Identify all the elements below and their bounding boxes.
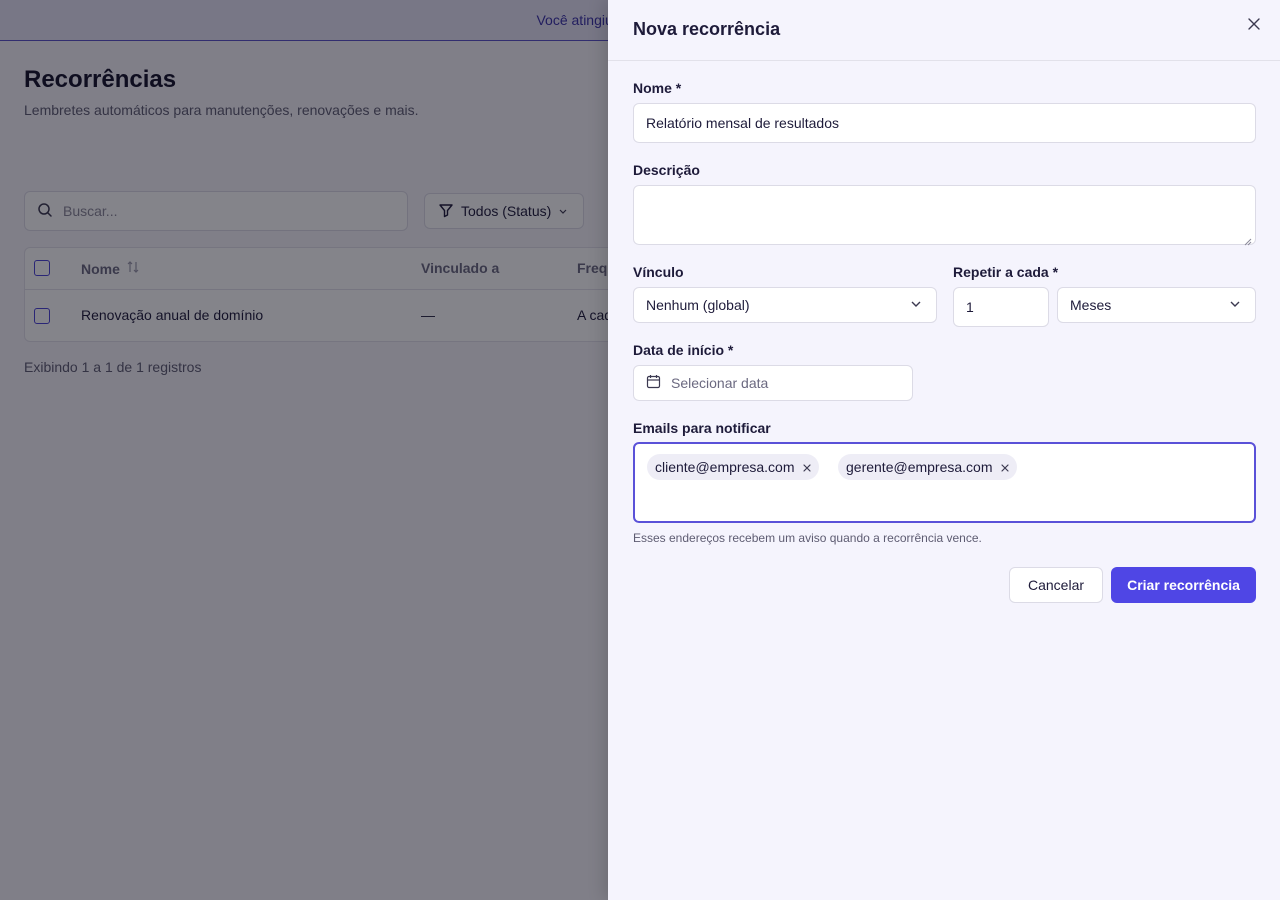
repeat-count-input[interactable]: 1 [953,287,1049,327]
name-input[interactable]: Relatório mensal de resultados [633,103,1256,143]
description-textarea[interactable] [633,185,1256,246]
start-date-placeholder: Selecionar data [671,375,769,391]
start-date-picker[interactable]: Selecionar data [633,365,913,401]
chevron-down-icon [910,297,922,313]
email-chip: cliente@empresa.com [647,454,819,480]
remove-email-icon[interactable] [802,459,811,475]
create-recurrence-button[interactable]: Criar recorrência [1111,567,1256,603]
repeat-label: Repetir a cada * [953,264,1059,280]
close-icon [1248,17,1260,35]
link-label: Vínculo [633,264,684,280]
emails-input[interactable]: cliente@empresa.com gerente@empresa.com [633,442,1256,523]
email-chip-text: cliente@empresa.com [655,459,795,475]
description-label: Descrição [633,162,700,178]
cancel-button[interactable]: Cancelar [1009,567,1103,603]
emails-hint: Esses endereços recebem um aviso quando … [633,531,982,545]
drawer-title: Nova recorrência [633,19,781,39]
name-input-value: Relatório mensal de resultados [646,115,839,131]
calendar-icon [646,374,661,392]
emails-label: Emails para notificar [633,420,771,436]
email-chip-text: gerente@empresa.com [846,459,993,475]
close-button[interactable] [1242,14,1266,38]
resize-handle-icon[interactable] [1244,233,1252,246]
name-label: Nome * [633,80,682,96]
link-select-value: Nenhum (global) [646,297,750,313]
email-chip: gerente@empresa.com [838,454,1017,480]
drawer-header: Nova recorrência [608,0,1280,61]
remove-email-icon[interactable] [1000,459,1009,475]
repeat-unit-select[interactable]: Meses [1057,287,1256,323]
start-date-label: Data de início * [633,342,734,358]
link-select[interactable]: Nenhum (global) [633,287,937,323]
new-recurrence-drawer: Nova recorrência Nome * Relatório mensal… [608,0,1280,900]
repeat-unit-value: Meses [1070,297,1112,313]
repeat-count-value: 1 [966,299,974,315]
chevron-down-icon [1229,297,1241,313]
